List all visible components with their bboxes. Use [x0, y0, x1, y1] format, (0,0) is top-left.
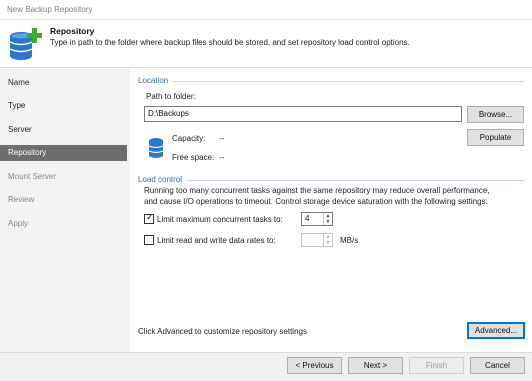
- wizard-header: Repository Type in path to the folder wh…: [0, 20, 532, 68]
- free-space-value: --: [219, 153, 225, 162]
- load-control-description-line-1: Running too many concurrent tasks agains…: [144, 186, 490, 195]
- load-control-description-line-2: and cause I/O operations to timeout. Con…: [144, 197, 488, 206]
- finish-button: Finish: [409, 357, 464, 374]
- limit-rate-checkbox[interactable]: [144, 235, 154, 245]
- limit-rate-label: Limit read and write data rates to:: [157, 236, 276, 245]
- cancel-button[interactable]: Cancel: [470, 357, 525, 374]
- sidebar-item-apply: Apply: [8, 219, 29, 228]
- page-title: Repository: [50, 26, 95, 36]
- database-add-icon: [9, 28, 42, 60]
- sidebar-item-repository[interactable]: Repository: [0, 145, 127, 161]
- advanced-button[interactable]: Advanced...: [467, 322, 525, 339]
- location-divider: [172, 81, 524, 82]
- sidebar-item-mount-server: Mount Server: [8, 172, 57, 181]
- browse-button[interactable]: Browse...: [467, 106, 524, 123]
- concurrent-tasks-stepper[interactable]: 4 ▲ ▼: [301, 212, 333, 226]
- check-icon: ✓: [146, 212, 154, 222]
- next-button[interactable]: Next >: [348, 357, 403, 374]
- advanced-hint: Click Advanced to customize repository s…: [138, 327, 307, 336]
- load-control-section-title: Load control: [138, 175, 183, 184]
- sidebar-item-review: Review: [8, 195, 35, 204]
- title-bar: New Backup Repository: [0, 0, 532, 20]
- data-rate-stepper: ▲ ▼: [301, 233, 333, 247]
- stepper-arrows: ▲ ▼: [323, 234, 332, 246]
- limit-tasks-label: Limit maximum concurrent tasks to:: [157, 215, 283, 224]
- location-section-title: Location: [138, 76, 169, 85]
- capacity-label: Capacity:: [172, 134, 206, 143]
- page-description: Type in path to the folder where backup …: [50, 38, 410, 47]
- sidebar-item-name[interactable]: Name: [0, 75, 127, 91]
- load-control-divider: [187, 180, 524, 181]
- wizard-steps-sidebar: Name Type Server Repository Mount Server…: [0, 69, 130, 352]
- limit-tasks-checkbox[interactable]: ✓: [144, 212, 154, 224]
- sidebar-item-type[interactable]: Type: [0, 98, 127, 114]
- capacity-value: --: [219, 134, 225, 143]
- database-icon: [148, 138, 164, 158]
- populate-button[interactable]: Populate: [467, 129, 524, 146]
- data-rate-unit: MB/s: [340, 236, 359, 245]
- sidebar-item-server[interactable]: Server: [0, 122, 127, 138]
- spinner-down-icon[interactable]: ▼: [324, 219, 332, 225]
- path-input[interactable]: D:\Backups: [144, 106, 462, 122]
- stepper-arrows: ▲ ▼: [323, 213, 332, 225]
- path-label: Path to folder:: [146, 92, 196, 101]
- free-space-label: Free space:: [172, 153, 215, 162]
- concurrent-tasks-value: 4: [305, 214, 310, 223]
- spinner-down-icon: ▼: [325, 240, 331, 246]
- previous-button[interactable]: < Previous: [287, 357, 342, 374]
- window-title: New Backup Repository: [7, 5, 93, 14]
